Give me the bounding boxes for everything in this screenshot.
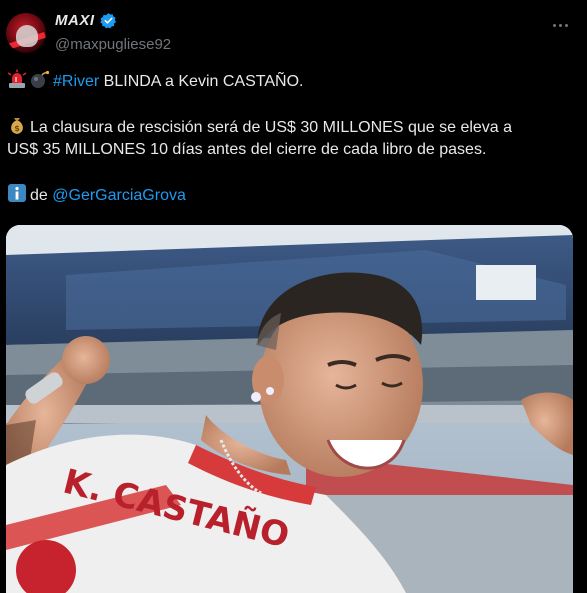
svg-text:$: $ — [14, 124, 20, 133]
avatar[interactable] — [6, 13, 46, 53]
tweet-line-2-text: La clausura de rescisión será de US$ 30 … — [30, 119, 513, 136]
info-icon — [8, 184, 26, 202]
tweet-line-1-text: BLINDA a Kevin CASTAÑO. — [99, 73, 304, 90]
tweet-text: #River BLINDA a Kevin CASTAÑO. $ La clau… — [7, 69, 572, 207]
tweet-media-image[interactable]: K. CASTAÑO — [6, 225, 573, 593]
tweet-line-4: de @GerGarciaGrova — [7, 183, 572, 207]
more-options-icon[interactable] — [549, 14, 571, 36]
verified-badge-icon — [99, 13, 116, 29]
tweet-line-2: $ La clausura de rescisión será de US$ 3… — [7, 115, 572, 139]
display-name[interactable]: MAXI — [55, 12, 95, 29]
author-handle[interactable]: @maxpugliese92 — [55, 36, 171, 53]
source-prefix: de — [30, 187, 53, 204]
tweet-line-1: #River BLINDA a Kevin CASTAÑO. — [7, 69, 572, 93]
mention-link[interactable]: @GerGarciaGrova — [52, 187, 186, 204]
tweet-line-3: US$ 35 MILLONES 10 días antes del cierre… — [7, 141, 487, 158]
money-bag-icon: $ — [11, 118, 23, 134]
siren-icon — [7, 69, 27, 88]
tweet-header: MAXI @maxpugliese92 — [0, 0, 587, 58]
bomb-icon — [31, 70, 50, 88]
author-name-row: MAXI — [55, 12, 117, 29]
hashtag-link[interactable]: #River — [53, 73, 99, 90]
